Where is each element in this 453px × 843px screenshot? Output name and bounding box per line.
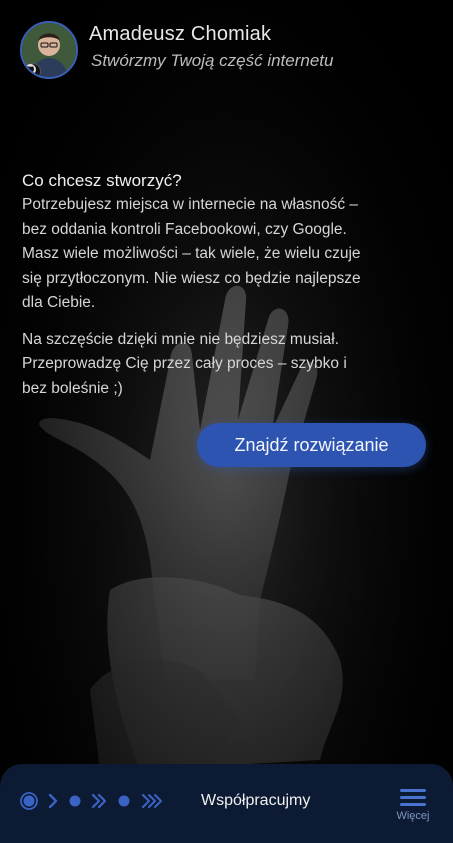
author-name: Amadeusz Chomiak (89, 23, 272, 45)
chevron-right-icon[interactable] (47, 792, 59, 810)
step-dot-icon[interactable] (117, 792, 131, 810)
author-tagline: Stwórzmy Twoją część internetu (91, 51, 334, 70)
progress-steps (20, 792, 170, 810)
profile-header: Amadeusz Chomiak Stwórzmy Twoją część in… (20, 21, 433, 83)
double-chevron-right-icon[interactable] (90, 792, 108, 810)
avatar[interactable] (20, 21, 78, 79)
hamburger-menu-icon (400, 788, 426, 808)
section-heading: Co chcesz stworzyć? (22, 171, 182, 190)
find-solution-button[interactable]: Znajdź rozwiązanie (197, 423, 426, 467)
reassurance-paragraph: Na szczęście dzięki mnie nie będziesz mu… (22, 330, 347, 397)
intro-section: Co chcesz stworzyć? Potrzebujesz miejsca… (22, 170, 362, 401)
more-menu-label: Więcej (396, 810, 430, 822)
github-icon[interactable] (24, 63, 41, 77)
current-step-icon[interactable] (20, 792, 38, 810)
hero-background-image (0, 0, 453, 843)
step-dot-icon[interactable] (68, 792, 82, 810)
intro-paragraph: Potrzebujesz miejsca w internecie na wła… (22, 196, 361, 311)
bottom-navigation-bar: Współpracujmy Więcej (0, 764, 453, 843)
triple-chevron-right-icon[interactable] (141, 792, 165, 810)
hands-illustration (0, 0, 453, 843)
current-section-label: Współpracujmy (201, 792, 311, 809)
more-menu-button[interactable]: Więcej (391, 788, 435, 828)
